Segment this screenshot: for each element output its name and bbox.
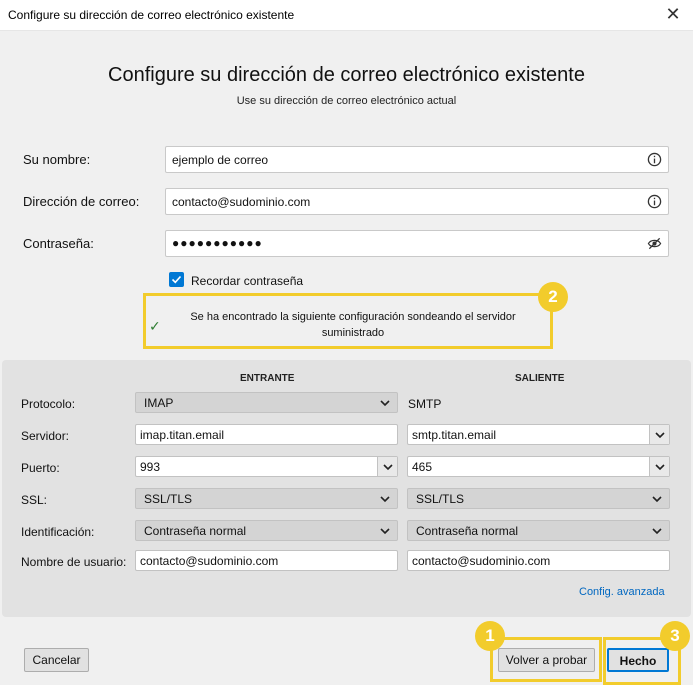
step-badge-3: 3: [660, 621, 690, 651]
chevron-down-icon: [380, 528, 390, 535]
incoming-username-input[interactable]: contacto@sudominio.com: [135, 550, 398, 571]
password-value: ●●●●●●●●●●●: [172, 236, 263, 250]
outgoing-server-combo[interactable]: smtp.titan.email: [407, 424, 670, 445]
info-icon[interactable]: [647, 194, 662, 209]
port-label: Puerto:: [21, 461, 60, 475]
outgoing-port-value: 465: [412, 460, 433, 474]
outgoing-username-input[interactable]: contacto@sudominio.com: [407, 550, 670, 571]
server-label: Servidor:: [21, 429, 70, 443]
incoming-server-value: imap.titan.email: [140, 428, 225, 442]
incoming-port-combo[interactable]: 993: [135, 456, 398, 477]
chevron-down-icon: [380, 496, 390, 503]
page-title: Configure su dirección de correo electró…: [108, 64, 585, 86]
chevron-down-icon: [383, 464, 393, 471]
incoming-protocol-value: IMAP: [144, 396, 174, 410]
advanced-config-link[interactable]: Config. avanzada: [579, 586, 665, 598]
step-badge-1: 1: [475, 621, 505, 651]
step-badge-2: 2: [538, 282, 568, 312]
outgoing-port-combo[interactable]: 465: [407, 456, 670, 477]
outgoing-protocol-value: SMTP: [408, 397, 442, 411]
config-found-notice: ✓ Se ha encontrado la siguiente configur…: [143, 293, 553, 349]
name-input[interactable]: ejemplo de correo: [165, 146, 669, 173]
chevron-down-icon: [655, 432, 665, 439]
outgoing-auth-value: Contraseña normal: [416, 524, 519, 538]
name-value: ejemplo de correo: [172, 153, 269, 167]
chevron-down-icon: [652, 496, 662, 503]
retest-button[interactable]: Volver a probar: [498, 648, 595, 672]
outgoing-ssl-select[interactable]: SSL/TLS: [407, 488, 670, 509]
incoming-username-value: contacto@sudominio.com: [140, 554, 279, 568]
incoming-port-dropdown[interactable]: [377, 457, 397, 476]
info-icon[interactable]: [647, 152, 662, 167]
outgoing-username-value: contacto@sudominio.com: [412, 554, 551, 568]
username-label: Nombre de usuario:: [21, 555, 127, 569]
chevron-down-icon: [655, 464, 665, 471]
incoming-header: ENTRANTE: [240, 373, 295, 384]
email-input[interactable]: contacto@sudominio.com: [165, 188, 669, 215]
incoming-auth-select[interactable]: Contraseña normal: [135, 520, 398, 541]
outgoing-port-dropdown[interactable]: [649, 457, 669, 476]
password-input[interactable]: ●●●●●●●●●●●: [165, 230, 669, 257]
email-value: contacto@sudominio.com: [172, 195, 311, 209]
done-button[interactable]: Hecho: [607, 648, 669, 672]
notice-text: Se ha encontrado la siguiente configurac…: [190, 311, 516, 339]
outgoing-server-dropdown[interactable]: [649, 425, 669, 444]
password-label: Contraseña:: [23, 236, 94, 251]
incoming-auth-value: Contraseña normal: [144, 524, 247, 538]
page-subtitle: Use su dirección de correo electrónico a…: [236, 95, 457, 107]
ssl-label: SSL:: [21, 493, 48, 507]
incoming-protocol-select[interactable]: IMAP: [135, 392, 398, 413]
cancel-button[interactable]: Cancelar: [24, 648, 89, 672]
checkmark-icon: [171, 275, 182, 284]
chevron-down-icon: [380, 400, 390, 407]
name-label: Su nombre:: [23, 152, 91, 167]
check-icon: ✓: [149, 318, 161, 334]
remember-password-label[interactable]: Recordar contraseña: [191, 274, 303, 288]
close-icon[interactable]: ✕: [663, 4, 683, 24]
email-label: Dirección de correo:: [23, 194, 140, 209]
window-title: Configure su dirección de correo electró…: [8, 8, 295, 22]
chevron-down-icon: [652, 528, 662, 535]
outgoing-ssl-value: SSL/TLS: [416, 492, 465, 506]
outgoing-auth-select[interactable]: Contraseña normal: [407, 520, 670, 541]
incoming-ssl-value: SSL/TLS: [144, 492, 193, 506]
incoming-port-value: 993: [140, 460, 161, 474]
outgoing-server-value: smtp.titan.email: [412, 428, 497, 442]
incoming-ssl-select[interactable]: SSL/TLS: [135, 488, 398, 509]
incoming-server-input[interactable]: imap.titan.email: [135, 424, 398, 445]
protocol-label: Protocolo:: [21, 397, 76, 411]
auth-label: Identificación:: [21, 525, 95, 539]
outgoing-header: SALIENTE: [515, 373, 565, 384]
title-bar: Configure su dirección de correo electró…: [0, 0, 693, 31]
remember-password-checkbox[interactable]: [169, 272, 184, 287]
eye-slash-icon[interactable]: [647, 236, 662, 251]
